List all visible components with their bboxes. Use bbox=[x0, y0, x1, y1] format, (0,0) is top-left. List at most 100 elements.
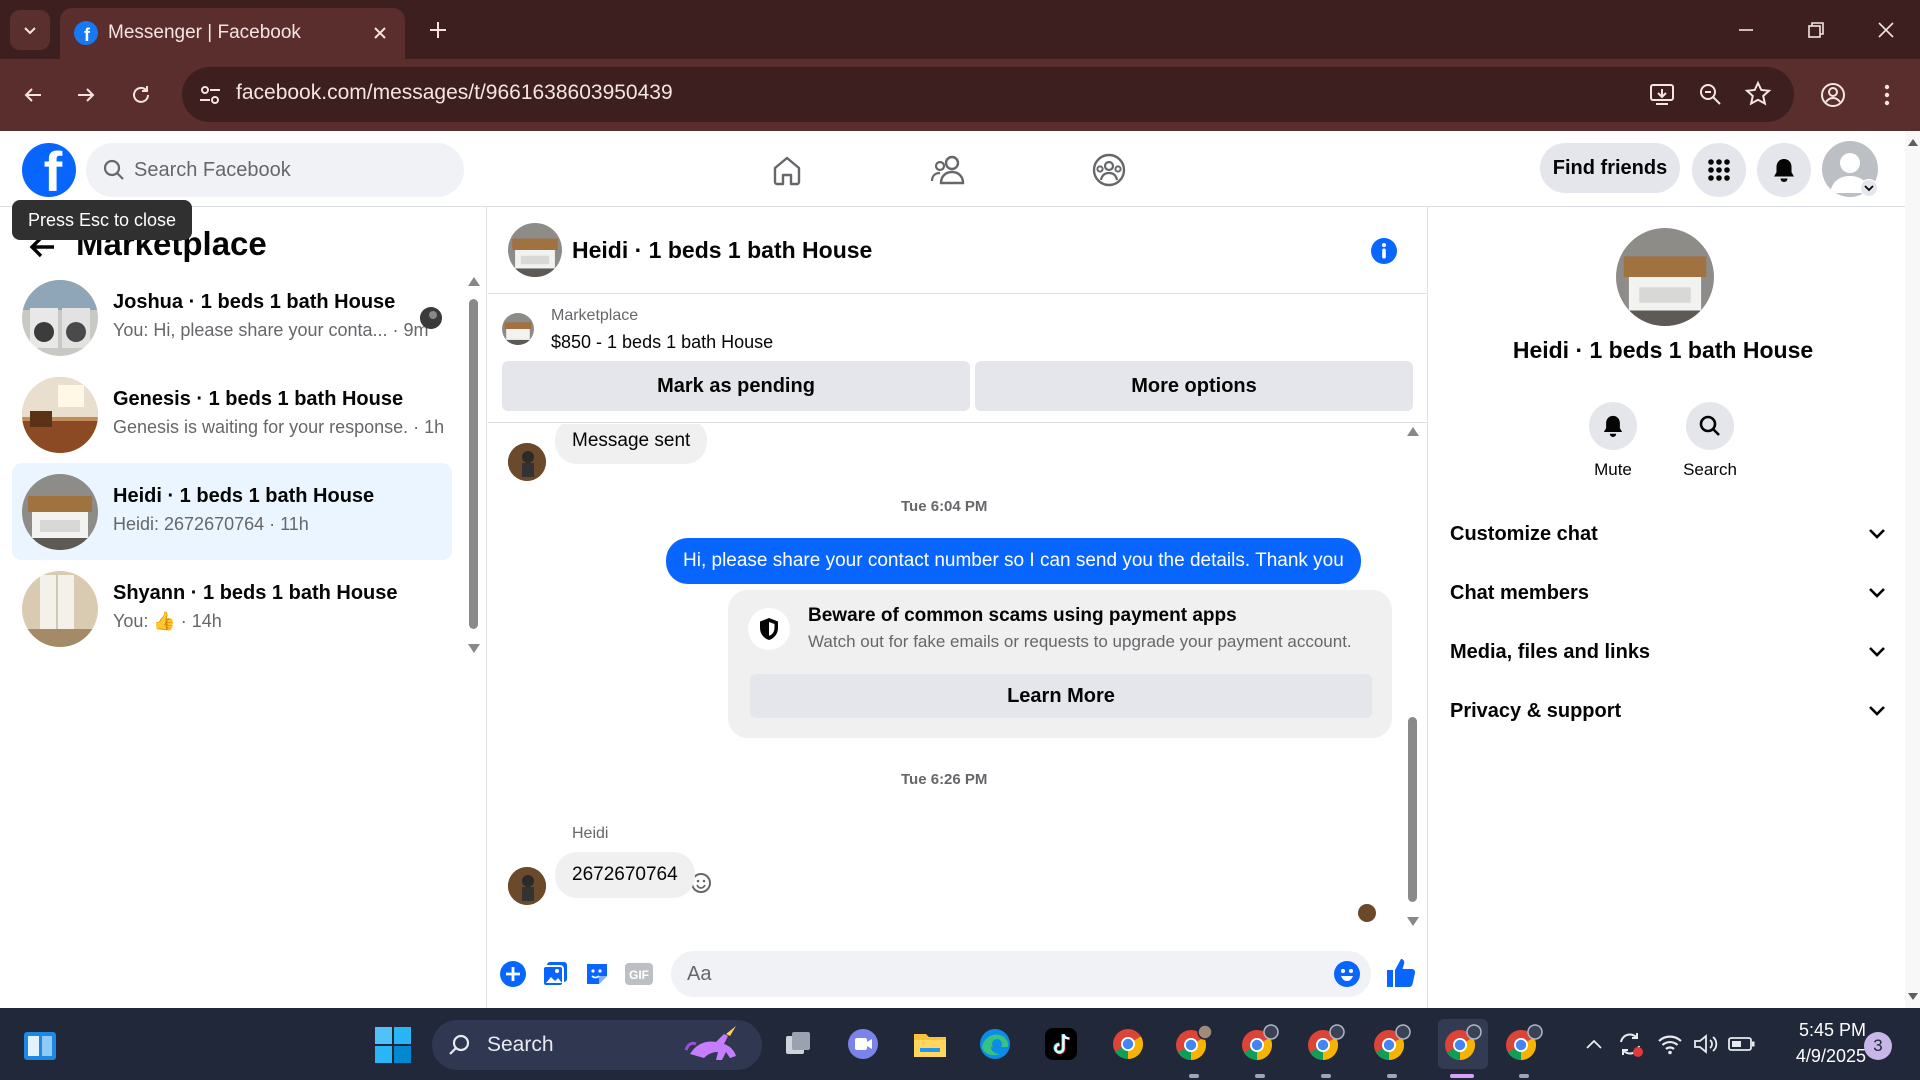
bookmark-star-icon[interactable] bbox=[1744, 80, 1772, 108]
scroll-thumb[interactable] bbox=[1408, 717, 1417, 902]
battery-status[interactable] bbox=[1728, 1030, 1756, 1058]
scroll-up-arrow-icon[interactable] bbox=[468, 277, 480, 286]
attach-photo-button[interactable] bbox=[540, 959, 570, 989]
clock-time[interactable]: 5:45 PM bbox=[1776, 1020, 1866, 1041]
account-icon bbox=[1821, 83, 1845, 107]
listing-price[interactable]: $850 - 1 beds 1 bath House bbox=[551, 332, 773, 353]
chat-name: Shyann · 1 beds 1 bath House bbox=[113, 582, 398, 604]
listing-thumbnail bbox=[22, 280, 98, 356]
sync-status[interactable] bbox=[1616, 1030, 1644, 1058]
scroll-down-arrow-icon[interactable] bbox=[1908, 993, 1918, 1000]
thumbs-up-icon[interactable] bbox=[1384, 956, 1418, 990]
facebook-search[interactable] bbox=[86, 143, 464, 197]
privacy-support-section[interactable]: Privacy & support bbox=[1450, 686, 1886, 736]
bell-icon bbox=[1603, 415, 1623, 437]
search-in-conversation-button[interactable]: Search bbox=[1665, 402, 1755, 480]
tiktok-app[interactable] bbox=[1041, 1024, 1081, 1064]
scroll-thumb[interactable] bbox=[469, 299, 478, 629]
chat-item-heidi[interactable]: Heidi · 1 beds 1 bath House Heidi: 26726… bbox=[12, 463, 452, 560]
speaker-icon bbox=[1694, 1034, 1718, 1054]
learn-more-button[interactable]: Learn More bbox=[750, 674, 1372, 718]
mute-button[interactable]: Mute bbox=[1568, 402, 1658, 480]
message-input-wrapper[interactable] bbox=[671, 951, 1371, 997]
listing-thumbnail[interactable] bbox=[502, 313, 534, 345]
chrome-profile-app[interactable] bbox=[1504, 1024, 1544, 1064]
groups-nav[interactable] bbox=[1088, 149, 1130, 191]
close-window-button[interactable] bbox=[1870, 14, 1902, 46]
chrome-profile-icon bbox=[1242, 1024, 1279, 1060]
message-bubble-outgoing[interactable]: Hi, please share your contact number so … bbox=[666, 538, 1361, 584]
chat-item-shyann[interactable]: Shyann · 1 beds 1 bath House You: 👍 · 14… bbox=[12, 560, 452, 657]
gif-button[interactable]: GIF bbox=[624, 959, 654, 989]
address-bar[interactable]: facebook.com/messages/t/9661638603950439 bbox=[182, 67, 1794, 122]
chat-item-genesis[interactable]: Genesis · 1 beds 1 bath House Genesis is… bbox=[12, 366, 452, 463]
chat-item-joshua[interactable]: Joshua · 1 beds 1 bath House You: Hi, pl… bbox=[12, 269, 452, 366]
install-app-icon[interactable] bbox=[1648, 80, 1676, 108]
browser-tab[interactable]: f Messenger | Facebook bbox=[60, 8, 405, 59]
facebook-search-input[interactable] bbox=[134, 143, 454, 197]
notifications-button[interactable] bbox=[1757, 143, 1811, 197]
menu-button[interactable] bbox=[1692, 143, 1746, 197]
volume-status[interactable] bbox=[1692, 1030, 1720, 1058]
wifi-status[interactable] bbox=[1656, 1030, 1684, 1058]
show-hidden-icons[interactable] bbox=[1580, 1030, 1608, 1058]
conversation-avatar[interactable] bbox=[508, 223, 562, 277]
task-view-app[interactable] bbox=[778, 1024, 818, 1064]
chrome-profile-app[interactable] bbox=[1240, 1024, 1280, 1064]
message-bubble-incoming[interactable]: 2672670764 bbox=[555, 852, 695, 898]
scroll-up-arrow-icon[interactable] bbox=[1407, 427, 1419, 436]
restore-window-button[interactable] bbox=[1800, 14, 1832, 46]
edge-browser-icon bbox=[980, 1029, 1010, 1059]
friends-nav[interactable] bbox=[927, 149, 969, 191]
scroll-down-arrow-icon[interactable] bbox=[1407, 917, 1419, 926]
message-bubble-incoming[interactable]: Message sent bbox=[555, 424, 708, 464]
chrome-profile-app[interactable] bbox=[1372, 1024, 1412, 1064]
emoji-icon[interactable] bbox=[1333, 960, 1361, 988]
reload-button[interactable] bbox=[123, 77, 159, 113]
site-info-icon[interactable] bbox=[196, 81, 224, 109]
chrome-profile-app[interactable] bbox=[1174, 1024, 1214, 1064]
message-scrollbar[interactable] bbox=[1406, 427, 1420, 939]
more-actions-button[interactable] bbox=[498, 959, 528, 989]
edge-app[interactable] bbox=[975, 1024, 1015, 1064]
sticker-button[interactable] bbox=[582, 959, 612, 989]
new-tab-icon[interactable] bbox=[424, 16, 452, 44]
back-button[interactable] bbox=[15, 77, 51, 113]
teams-app[interactable] bbox=[843, 1024, 883, 1064]
chrome-profile-app[interactable] bbox=[1306, 1024, 1346, 1064]
forward-button[interactable] bbox=[68, 77, 104, 113]
home-nav[interactable] bbox=[766, 149, 808, 191]
friends-icon bbox=[930, 155, 965, 185]
info-icon[interactable] bbox=[1370, 237, 1398, 265]
file-explorer-app[interactable] bbox=[910, 1024, 950, 1064]
find-friends-button[interactable]: Find friends bbox=[1540, 143, 1680, 193]
scroll-down-arrow-icon[interactable] bbox=[468, 644, 480, 653]
conversation-title[interactable]: Heidi · 1 beds 1 bath House bbox=[572, 237, 872, 264]
tab-search-button[interactable] bbox=[10, 10, 50, 50]
chrome-app[interactable] bbox=[1108, 1024, 1148, 1064]
chat-list-scrollbar[interactable] bbox=[466, 277, 480, 662]
page-scrollbar[interactable] bbox=[1905, 131, 1920, 1008]
taskbar-search[interactable]: Search bbox=[432, 1020, 762, 1070]
facebook-logo[interactable]: f bbox=[22, 143, 76, 197]
minimize-window-button[interactable] bbox=[1730, 14, 1762, 46]
chat-members-section[interactable]: Chat members bbox=[1450, 568, 1886, 618]
mark-as-pending-button[interactable]: Mark as pending bbox=[502, 361, 970, 411]
customize-chat-section[interactable]: Customize chat bbox=[1450, 509, 1886, 559]
chevron-down-icon bbox=[24, 27, 36, 35]
profile-button[interactable] bbox=[1815, 77, 1851, 113]
message-input[interactable] bbox=[687, 951, 1307, 997]
notification-count-badge[interactable]: 3 bbox=[1864, 1032, 1892, 1060]
close-tab-icon[interactable] bbox=[369, 22, 391, 44]
browser-menu-button[interactable] bbox=[1869, 77, 1905, 113]
widgets-icon[interactable] bbox=[22, 1028, 58, 1064]
clock-date[interactable]: 4/9/2025 bbox=[1766, 1046, 1866, 1067]
url-text[interactable]: facebook.com/messages/t/9661638603950439 bbox=[236, 81, 673, 105]
chrome-profile-app-active[interactable] bbox=[1438, 1019, 1488, 1069]
media-files-links-section[interactable]: Media, files and links bbox=[1450, 627, 1886, 677]
zoom-icon[interactable] bbox=[1696, 80, 1724, 108]
scroll-up-arrow-icon[interactable] bbox=[1908, 139, 1918, 146]
account-chevron-icon[interactable] bbox=[1860, 179, 1878, 197]
more-options-button[interactable]: More options bbox=[975, 361, 1413, 411]
windows-start-icon[interactable] bbox=[374, 1026, 412, 1064]
